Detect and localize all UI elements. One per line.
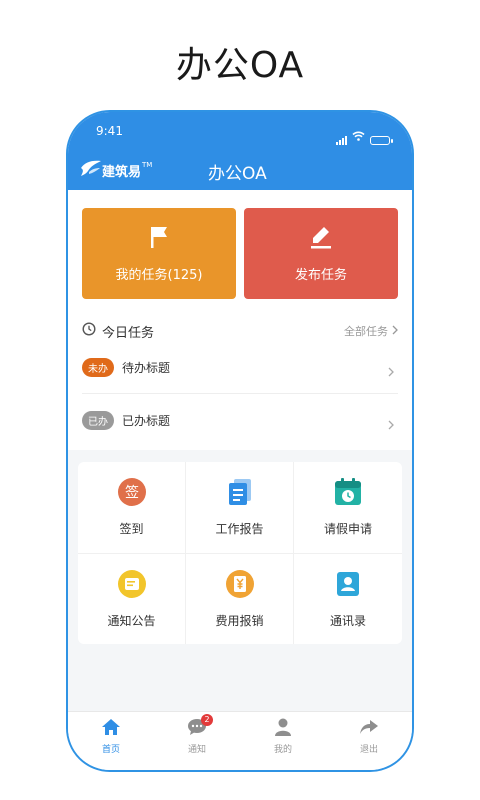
logo-text: 建筑易: [102, 164, 142, 180]
grid-label: 请假申请: [323, 522, 372, 537]
chevron-right-icon: [388, 362, 394, 381]
notice-icon: [117, 569, 147, 602]
chevron-right-icon: [388, 415, 394, 434]
report-icon: [225, 477, 255, 510]
publish-task-label: 发布任务: [294, 268, 347, 283]
tab-label: 退出: [359, 745, 378, 755]
chevron-right-icon: [392, 325, 398, 338]
grid-label: 工作报告: [215, 522, 264, 537]
function-grid: 签 签到 工作报告 请假申请 通知公告 费用报销 通讯录: [78, 462, 402, 644]
grid-item-sign-in[interactable]: 签 签到: [78, 462, 186, 554]
notification-count-badge: 2: [201, 714, 213, 726]
tab-home[interactable]: 首页: [68, 712, 154, 770]
exit-icon: [359, 718, 379, 739]
all-tasks-label: 全部任务: [344, 325, 388, 338]
status-badge-done: 已办: [82, 410, 114, 430]
grid-label: 签到: [119, 522, 144, 537]
task-title: 已办标题: [122, 413, 171, 428]
today-tasks-header: 今日任务 全部任务: [82, 321, 398, 341]
calendar-clock-icon: [333, 477, 363, 510]
my-tasks-card[interactable]: 我的任务(125): [82, 208, 236, 299]
sign-in-icon: 签: [117, 477, 147, 510]
grid-item-leave-request[interactable]: 请假申请: [294, 462, 402, 554]
contacts-icon: [333, 569, 363, 602]
user-icon: [273, 718, 293, 739]
my-tasks-label: 我的任务(125): [115, 268, 203, 283]
phone-frame: 9:41 建筑易 TM 办公OA 我的任务(125) 发布任务 今日任务 全部任…: [66, 110, 414, 772]
top-panel: 我的任务(125) 发布任务 今日任务 全部任务 未办 待办标题 已办 已办标题: [68, 190, 412, 450]
wifi-icon: [352, 126, 365, 145]
clock-check-icon: [82, 322, 96, 340]
big-cards: 我的任务(125) 发布任务: [82, 208, 398, 299]
tab-label: 我的: [273, 745, 292, 755]
home-icon: [101, 718, 121, 739]
battery-icon: [370, 136, 393, 145]
grid-item-contacts[interactable]: 通讯录: [294, 554, 402, 645]
status-badge-pending: 未办: [82, 357, 114, 377]
publish-task-card[interactable]: 发布任务: [244, 208, 398, 299]
status-time: 9:41: [96, 124, 123, 138]
tab-label: 通知: [187, 745, 206, 755]
promo-title: 办公OA: [175, 45, 305, 86]
today-tasks-title: 今日任务: [102, 325, 155, 341]
grid-item-notice[interactable]: 通知公告: [78, 553, 186, 644]
tab-profile[interactable]: 我的: [240, 712, 326, 770]
edit-pen-icon: [308, 224, 334, 264]
grid-item-expense[interactable]: 费用报销: [186, 553, 294, 644]
app-logo: 建筑易 TM: [80, 159, 152, 181]
bottom-tab-bar: 首页 2 通知 我的 退出: [68, 711, 412, 770]
app-title: 办公OA: [208, 164, 267, 184]
all-tasks-link[interactable]: 全部任务: [344, 323, 398, 339]
signal-icon: [336, 135, 347, 145]
task-row-pending[interactable]: 未办 待办标题: [82, 341, 398, 394]
logo-tm: TM: [142, 161, 153, 169]
logo-bird-icon: [80, 159, 102, 181]
grid-label: 通讯录: [329, 613, 366, 628]
grid-item-work-report[interactable]: 工作报告: [186, 462, 294, 554]
flag-icon: [146, 224, 172, 264]
status-icons: [336, 126, 393, 145]
app-header: 9:41 建筑易 TM 办公OA: [68, 112, 412, 190]
main-content: 我的任务(125) 发布任务 今日任务 全部任务 未办 待办标题 已办 已办标题…: [68, 190, 412, 644]
task-title: 待办标题: [122, 360, 171, 375]
grid-label: 通知公告: [107, 613, 156, 628]
tab-label: 首页: [101, 745, 120, 755]
tab-exit[interactable]: 退出: [326, 712, 412, 770]
status-bar: 9:41: [68, 122, 412, 145]
expense-icon: [225, 569, 255, 602]
grid-label: 费用报销: [215, 613, 264, 628]
tab-notifications[interactable]: 2 通知: [154, 712, 240, 770]
task-row-done[interactable]: 已办 已办标题: [82, 394, 398, 446]
sign-icon-char: 签: [125, 484, 139, 501]
